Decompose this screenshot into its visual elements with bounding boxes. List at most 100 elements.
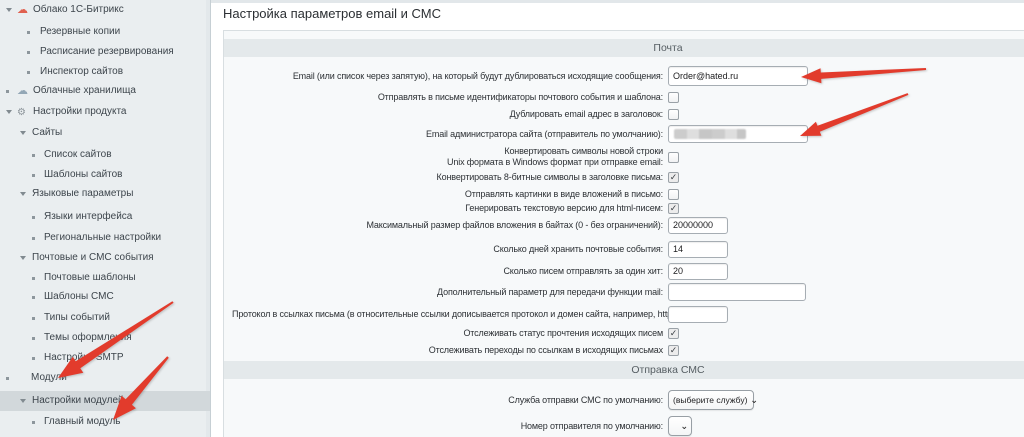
bullet-icon: [27, 51, 30, 54]
field-label: Конвертировать 8-битные символы в заголо…: [232, 172, 663, 183]
bullet-icon: [32, 216, 35, 219]
sidebar-item-label: Облако 1С-Битрикс: [33, 4, 124, 15]
max-attachment-size-input[interactable]: 20000000: [668, 217, 728, 234]
mails-per-hit-input[interactable]: 20: [668, 263, 728, 280]
sidebar-item-event-types[interactable]: Типы событий: [0, 308, 210, 328]
chevron-down-icon[interactable]: [20, 192, 26, 196]
sidebar-item-label: Расписание резервирования: [40, 46, 174, 57]
duplicate-email-header-checkbox[interactable]: [668, 109, 679, 120]
bullet-icon: [27, 31, 30, 34]
field-label: Генерировать текстовую версию для html-п…: [232, 203, 663, 214]
admin-email-input[interactable]: [668, 125, 808, 143]
sidebar-item-label: Главный модуль: [44, 416, 121, 427]
sender-number-select[interactable]: ⌄: [668, 416, 692, 436]
track-link-clicks-checkbox[interactable]: ✓: [668, 345, 679, 356]
form-row-sms-service: Служба отправки СМС по умолчанию: (выбери…: [224, 390, 1024, 410]
bullet-icon: [32, 421, 35, 424]
bullet-icon: [32, 296, 35, 299]
sidebar-item-label: Шаблоны сайтов: [44, 169, 123, 180]
mail-events-days-input[interactable]: 14: [668, 241, 728, 258]
field-label: Email администратора сайта (отправитель …: [232, 129, 663, 140]
bullet-icon: [32, 154, 35, 157]
send-event-ids-checkbox[interactable]: [668, 92, 679, 103]
bullet-icon: [32, 277, 35, 280]
section-header: Отправка СМС: [224, 361, 1024, 379]
sidebar-item-mail-sms-events[interactable]: Почтовые и СМС события: [0, 248, 210, 268]
sidebar-item-interface-languages[interactable]: Языки интерфейса: [0, 207, 210, 227]
sidebar-item-label: Список сайтов: [44, 149, 112, 160]
field-label: Дублировать email адрес в заголовок:: [232, 109, 663, 120]
sidebar-item-label: Темы оформления: [44, 332, 132, 343]
sidebar-item-site-list[interactable]: Список сайтов: [0, 145, 210, 165]
field-label: Служба отправки СМС по умолчанию:: [232, 395, 663, 406]
chevron-down-icon[interactable]: [20, 256, 26, 260]
form-row-mail-function-param: Дополнительный параметр для передачи фун…: [224, 282, 1024, 302]
field-label: Номер отправителя по умолчанию:: [232, 421, 663, 432]
sms-service-select[interactable]: (выберите службу)⌄: [668, 390, 754, 410]
link-protocol-input[interactable]: [668, 306, 728, 323]
sidebar-item-regional-settings[interactable]: Региональные настройки: [0, 228, 210, 248]
sidebar-item-modules[interactable]: Модули: [0, 368, 210, 388]
bullet-icon: [32, 237, 35, 240]
cloud-red-icon: ☁: [17, 2, 28, 18]
sidebar-item-main-module[interactable]: Главный модуль: [0, 412, 210, 432]
field-label: Сколько писем отправлять за один хит:: [232, 266, 663, 277]
page-title: Настройка параметров email и СМС: [223, 6, 441, 21]
field-label: Email (или список через запятую), на кот…: [232, 71, 663, 82]
sidebar-item-label: Модули: [31, 372, 67, 383]
field-label: Конвертировать символы новой строкиUnix …: [232, 146, 663, 168]
email-duplicate-input[interactable]: Order@hated.ru: [668, 66, 808, 86]
select-value: (выберите службу): [673, 395, 747, 405]
convert-8bit-checkbox[interactable]: ✓: [668, 172, 679, 183]
bullet-icon: [6, 90, 9, 93]
sidebar-item-themes[interactable]: Темы оформления: [0, 328, 210, 348]
sidebar-item-site-inspector[interactable]: Инспектор сайтов: [0, 62, 210, 82]
form-row-email-duplicate: Email (или список через запятую), на кот…: [224, 66, 1024, 86]
chevron-down-icon[interactable]: [6, 110, 12, 114]
generate-text-version-checkbox[interactable]: ✓: [668, 203, 679, 214]
sidebar-item-label: Почтовые шаблоны: [44, 272, 136, 283]
chevron-down-icon[interactable]: [6, 8, 12, 12]
sidebar-item-sms-templates[interactable]: Шаблоны СМС: [0, 287, 210, 307]
sidebar-item-language-params[interactable]: Языковые параметры: [0, 184, 210, 204]
convert-unix-newlines-checkbox[interactable]: [668, 152, 679, 163]
sidebar-item-backups[interactable]: Резервные копии: [0, 22, 210, 42]
sidebar-item-mail-templates[interactable]: Почтовые шаблоны: [0, 268, 210, 288]
sidebar-item-product-settings[interactable]: ⚙Настройки продукта: [0, 102, 210, 122]
sidebar-item-backup-schedule[interactable]: Расписание резервирования: [0, 42, 210, 62]
bullet-icon: [32, 174, 35, 177]
bullet-icon: [32, 357, 35, 360]
form-row-duplicate-email-header: Дублировать email адрес в заголовок:: [224, 104, 1024, 124]
sidebar-item-label: Настройки модулей: [32, 395, 124, 406]
form-row-mail-events-days: Сколько дней хранить почтовые события: 14: [224, 239, 1024, 259]
sidebar-item-label: Облачные хранилища: [33, 85, 136, 96]
form-row-convert-unix-newlines: Конвертировать символы новой строкиUnix …: [224, 145, 1024, 169]
form-row-admin-email: Email администратора сайта (отправитель …: [224, 124, 1024, 144]
settings-form: Почта Отправка СМС Email (или список через…: [223, 30, 1024, 437]
bitrix-admin-screen: ☁ Облако 1С-Битрикс Резервные копии Расписа…: [0, 0, 1024, 437]
form-row-max-attachment-size: Максимальный размер файлов вложения в ба…: [224, 215, 1024, 235]
bullet-icon: [6, 377, 9, 380]
sidebar-item-smtp-settings[interactable]: Настройки SMTP: [0, 348, 210, 368]
bullet-icon: [27, 71, 30, 74]
sidebar-item-site-templates[interactable]: Шаблоны сайтов: [0, 165, 210, 185]
form-row-sender-number: Номер отправителя по умолчанию: ⌄: [224, 416, 1024, 436]
chevron-down-icon[interactable]: [20, 131, 26, 135]
form-row-track-link-clicks: Отслеживать переходы по ссылкам в исходя…: [224, 340, 1024, 360]
bullet-icon: [32, 337, 35, 340]
mail-function-param-input[interactable]: [668, 283, 806, 301]
sidebar-item-sites[interactable]: Сайты: [0, 123, 210, 143]
sidebar-item-cloud-storage[interactable]: ☁Облачные хранилища: [0, 81, 210, 101]
form-row-mails-per-hit: Сколько писем отправлять за один хит: 20: [224, 261, 1024, 281]
gear-icon: ⚙: [17, 105, 26, 121]
field-label: Протокол в ссылках письма (в относительн…: [232, 309, 663, 320]
field-label: Сколько дней хранить почтовые события:: [232, 244, 663, 255]
sidebar-item-label: Языковые параметры: [32, 188, 133, 199]
sidebar: ☁ Облако 1С-Битрикс Резервные копии Расписа…: [0, 0, 211, 437]
section-header: Почта: [224, 39, 1024, 57]
sidebar-item-module-settings[interactable]: Настройки модулей: [0, 391, 210, 411]
sidebar-item-label: Сайты: [32, 127, 62, 138]
sidebar-item-bitrix-cloud[interactable]: ☁ Облако 1С-Битрикс: [0, 0, 210, 20]
chevron-down-icon[interactable]: [20, 399, 26, 403]
track-read-status-checkbox[interactable]: ✓: [668, 328, 679, 339]
